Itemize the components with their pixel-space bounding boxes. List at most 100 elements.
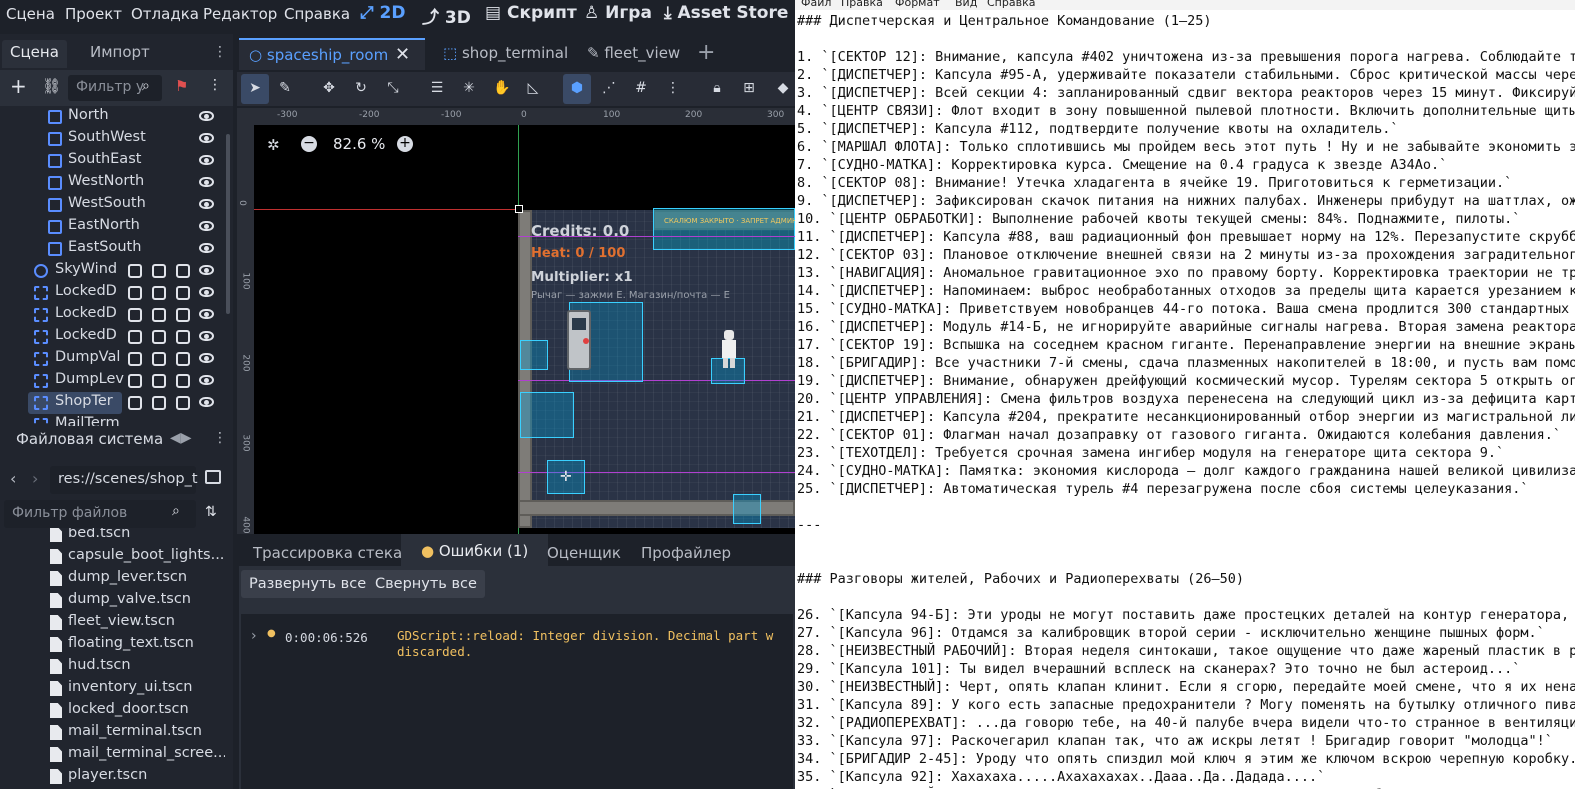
instance-icon[interactable]: [128, 264, 142, 278]
instance-icon[interactable]: [128, 352, 142, 366]
snap-icon[interactable]: ⋰: [601, 80, 617, 96]
expand-all-button[interactable]: Развернуть все: [241, 570, 375, 598]
paint-icon[interactable]: ✎: [277, 80, 293, 96]
file-item[interactable]: player.tscn: [0, 766, 225, 788]
script-icon[interactable]: [176, 352, 190, 366]
eye-icon[interactable]: [199, 155, 214, 165]
workspace-asset-store[interactable]: ⤓ Asset Store: [664, 3, 788, 23]
lock-icon[interactable]: 🔒︎: [709, 80, 725, 96]
collapse-all-button[interactable]: Свернуть все: [367, 570, 485, 598]
tab-import[interactable]: Импорт: [82, 40, 158, 68]
tree-node[interactable]: DumpLev: [0, 370, 233, 392]
signal-icon[interactable]: [152, 396, 166, 410]
scene-tree-scrollbar[interactable]: [226, 134, 230, 314]
instance-icon[interactable]: [128, 374, 142, 388]
zoom-in-icon[interactable]: +: [397, 136, 413, 152]
doc-tab-fleet-view[interactable]: ✎ fleet_view: [577, 38, 690, 70]
tree-node[interactable]: North: [0, 106, 233, 128]
file-item[interactable]: bed.tscn: [0, 528, 225, 546]
zoom-level[interactable]: 82.6 %: [333, 135, 385, 153]
back-icon[interactable]: ‹: [10, 469, 16, 488]
eye-icon[interactable]: [199, 111, 214, 121]
signal-icon[interactable]: [152, 308, 166, 322]
instance-icon[interactable]: [128, 330, 142, 344]
notepad-menu-file[interactable]: Файл: [801, 0, 831, 9]
file-item[interactable]: hud.tscn: [0, 656, 225, 678]
group-icon[interactable]: ⊞: [741, 80, 757, 96]
eye-icon[interactable]: [199, 243, 214, 253]
close-icon[interactable]: ✕: [395, 44, 410, 65]
move-icon[interactable]: ✥: [321, 80, 337, 96]
tab-errors[interactable]: ● Ошибки (1): [401, 534, 549, 568]
error-message[interactable]: GDScript::reload: Integer division. Deci…: [397, 628, 773, 643]
menu-scene[interactable]: Сцена: [6, 5, 55, 23]
cube-icon[interactable]: ⬢: [569, 80, 585, 96]
tab-scene[interactable]: Сцена: [2, 40, 67, 68]
scene-menu-icon[interactable]: ⋮: [208, 77, 222, 93]
notepad-text-area[interactable]: ### Диспетчерская и Центральное Командов…: [795, 10, 1575, 789]
pivot-icon[interactable]: ✳: [461, 80, 477, 96]
tree-node[interactable]: WestSouth: [0, 194, 233, 216]
more-icon[interactable]: ⋮: [665, 80, 681, 96]
dock-move-icon[interactable]: ◀▶: [170, 430, 192, 446]
eye-icon[interactable]: [199, 265, 214, 275]
menu-project[interactable]: Проект: [65, 5, 122, 23]
tree-node[interactable]: MailTerm: [0, 414, 233, 426]
pan-icon[interactable]: ✋: [493, 80, 510, 96]
doc-tab-spaceship-room[interactable]: ○ spaceship_room ✕: [239, 38, 425, 70]
signal-icon[interactable]: [152, 264, 166, 278]
tree-node[interactable]: SouthEast: [0, 150, 233, 172]
file-filter-input[interactable]: Фильтр файлов ⌕: [4, 500, 196, 528]
tab-evaluator[interactable]: Оценщик: [539, 542, 629, 564]
eye-icon[interactable]: [199, 397, 214, 407]
notepad-menu-view[interactable]: Вид: [955, 0, 977, 9]
canvas-viewport[interactable]: -300 -200 -100 0 100 200 300 0 100 200 3…: [237, 108, 795, 566]
instance-icon[interactable]: [128, 396, 142, 410]
eye-icon[interactable]: [199, 309, 214, 319]
file-item[interactable]: floating_text.tscn: [0, 634, 225, 656]
eye-icon[interactable]: [199, 199, 214, 209]
split-view-icon[interactable]: [205, 470, 221, 484]
signal-icon[interactable]: [152, 330, 166, 344]
signal-icon[interactable]: [152, 374, 166, 388]
eye-icon[interactable]: [199, 177, 214, 187]
file-item[interactable]: dump_lever.tscn: [0, 568, 225, 590]
menu-help[interactable]: Справка: [284, 5, 350, 23]
eye-icon[interactable]: [199, 331, 214, 341]
instance-icon[interactable]: [128, 286, 142, 300]
file-item[interactable]: mail_terminal_scree...: [0, 744, 225, 766]
notepad-menu-edit[interactable]: Правка: [841, 0, 883, 9]
file-item[interactable]: fleet_view.tscn: [0, 612, 225, 634]
menu-debug[interactable]: Отладка: [131, 5, 199, 23]
expand-chevron-icon[interactable]: ›: [251, 628, 257, 644]
grid-icon[interactable]: #: [633, 80, 649, 96]
tree-node-selected[interactable]: ShopTer: [0, 392, 233, 414]
dock-menu-icon[interactable]: ⋮: [213, 44, 227, 60]
file-item[interactable]: mail_terminal.tscn: [0, 722, 225, 744]
ruler-icon[interactable]: ◺: [525, 80, 541, 96]
file-item[interactable]: locked_door.tscn: [0, 700, 225, 722]
link-icon[interactable]: ⛓: [42, 77, 61, 95]
eye-icon[interactable]: [199, 375, 214, 385]
script-icon[interactable]: [176, 286, 190, 300]
eye-icon[interactable]: [199, 133, 214, 143]
select-arrow-icon[interactable]: ➤: [247, 80, 263, 96]
workspace-2d[interactable]: ⤢ 2D: [360, 3, 405, 23]
notepad-menu-help[interactable]: Справка: [987, 0, 1035, 9]
file-item[interactable]: inventory_ui.tscn: [0, 678, 225, 700]
add-tab-icon[interactable]: +: [697, 40, 715, 65]
sort-icon[interactable]: ⇅: [205, 504, 217, 520]
eye-icon[interactable]: [199, 287, 214, 297]
eye-icon[interactable]: [199, 221, 214, 231]
eye-icon[interactable]: [199, 353, 214, 363]
script-filter-icon[interactable]: ⚑: [175, 77, 188, 95]
workspace-3d[interactable]: ⤴ 3D: [422, 3, 471, 28]
script-icon[interactable]: [176, 264, 190, 278]
notepad-menu-format[interactable]: Формат: [895, 0, 940, 9]
tree-node[interactable]: EastNorth: [0, 216, 233, 238]
zoom-out-icon[interactable]: −: [301, 136, 317, 152]
tree-node[interactable]: LockedD: [0, 282, 233, 304]
file-item[interactable]: capsule_boot_lights....: [0, 546, 225, 568]
tree-node[interactable]: WestNorth: [0, 172, 233, 194]
tree-node[interactable]: LockedD: [0, 304, 233, 326]
